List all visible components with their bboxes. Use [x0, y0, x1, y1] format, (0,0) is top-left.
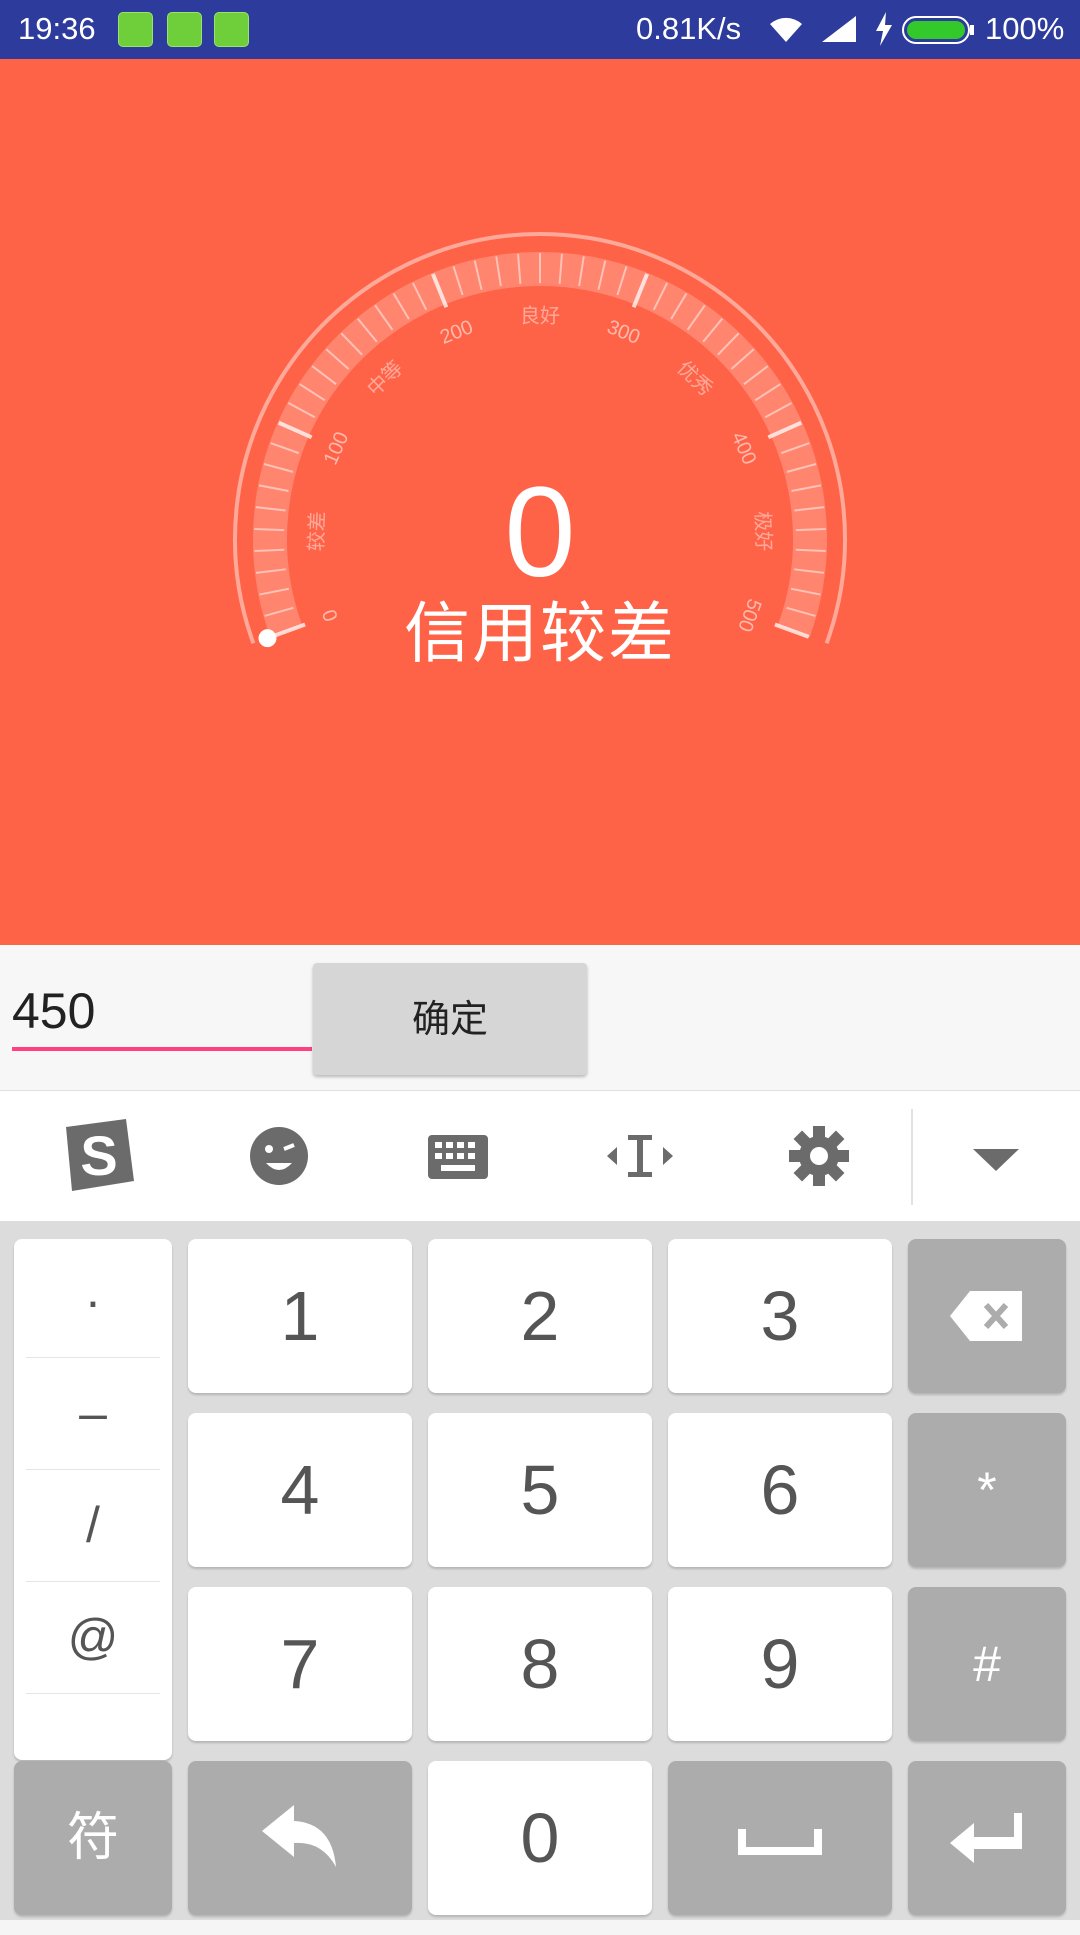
status-bar: 19:36 0.81K/s 100%: [0, 0, 1080, 59]
key-9[interactable]: 9: [668, 1587, 892, 1741]
key-2[interactable]: 2: [428, 1239, 652, 1393]
key-1-label: 1: [280, 1277, 320, 1355]
key-0[interactable]: 0: [428, 1761, 652, 1915]
key-0-label: 0: [520, 1799, 560, 1877]
battery-app-icon: [118, 12, 153, 47]
credit-level: 信用较差: [404, 595, 676, 672]
key-9-label: 9: [760, 1625, 800, 1703]
key-2-label: 2: [520, 1277, 560, 1355]
credit-score: 0: [504, 461, 576, 604]
key-1[interactable]: 1: [188, 1239, 412, 1393]
backspace-icon: [950, 1291, 1022, 1341]
undo-key[interactable]: [188, 1761, 412, 1915]
hash-key[interactable]: #: [908, 1587, 1066, 1741]
key-7-label: 7: [280, 1625, 320, 1703]
emoji-icon[interactable]: [234, 1111, 324, 1201]
android-app-icon: [167, 12, 202, 47]
key-6-label: 6: [760, 1451, 800, 1529]
backspace-key[interactable]: [908, 1239, 1066, 1393]
sogou-logo-icon[interactable]: S: [52, 1111, 142, 1201]
key-6[interactable]: 6: [668, 1413, 892, 1567]
keyboard-icon[interactable]: [413, 1111, 503, 1201]
space-icon: [738, 1829, 822, 1855]
keyboard-toolbar: S: [0, 1090, 1080, 1222]
toolbar-divider: [911, 1109, 913, 1205]
gauge-scale-number: 400: [727, 429, 761, 468]
space-key[interactable]: [668, 1761, 892, 1915]
battery-icon: [902, 16, 974, 44]
undo-icon: [262, 1805, 336, 1867]
gauge-scale-number: 100: [320, 429, 354, 468]
gauge-scale-label: 良好: [520, 304, 560, 328]
numeric-keyboard: · – / @ 1 2 3 4 5 6 * 7 8 9 # 符 0: [0, 1221, 1080, 1920]
key-8-label: 8: [520, 1625, 560, 1703]
key-4-label: 4: [280, 1451, 320, 1529]
gear-icon[interactable]: [774, 1111, 864, 1201]
signal-icon: [822, 16, 856, 42]
key-4[interactable]: 4: [188, 1413, 412, 1567]
android-app-icon: [214, 12, 249, 47]
symbol-key-dash[interactable]: –: [26, 1357, 160, 1470]
symbol-key-slash[interactable]: /: [26, 1469, 160, 1582]
key-5-label: 5: [520, 1451, 560, 1529]
star-key[interactable]: *: [908, 1413, 1066, 1567]
gauge-scale-label: 优秀: [673, 356, 718, 401]
symbol-switch-key[interactable]: 符: [14, 1761, 172, 1915]
network-speed: 0.81K/s: [636, 11, 742, 46]
key-3-label: 3: [760, 1277, 800, 1355]
score-input[interactable]: 450: [12, 975, 312, 1051]
symbol-key-dot[interactable]: ·: [26, 1245, 160, 1358]
enter-key[interactable]: [908, 1761, 1066, 1915]
battery-percent: 100%: [985, 11, 1065, 46]
cursor-move-icon[interactable]: [595, 1111, 685, 1201]
key-8[interactable]: 8: [428, 1587, 652, 1741]
status-time: 19:36: [18, 11, 96, 46]
charging-icon: [876, 12, 892, 46]
wifi-icon: [770, 17, 802, 42]
gauge-scale-number: 300: [604, 316, 643, 349]
key-5[interactable]: 5: [428, 1413, 652, 1567]
input-row: 450 确定: [0, 945, 1080, 1090]
gauge-scale-number: 200: [437, 316, 476, 349]
enter-icon: [950, 1813, 1022, 1863]
symbol-key-at[interactable]: @: [26, 1581, 160, 1694]
collapse-down-icon[interactable]: [951, 1111, 1041, 1201]
key-7[interactable]: 7: [188, 1587, 412, 1741]
gauge-scale-label: 中等: [362, 356, 407, 401]
credit-gauge-panel: 0 100 200 300 400 500 较差 中等 良好 优秀 极好 0 信用较差: [0, 59, 1080, 945]
key-3[interactable]: 3: [668, 1239, 892, 1393]
symbol-column: · – / @: [14, 1239, 172, 1760]
svg-text:S: S: [80, 1124, 117, 1187]
confirm-button[interactable]: 确定: [313, 963, 587, 1075]
